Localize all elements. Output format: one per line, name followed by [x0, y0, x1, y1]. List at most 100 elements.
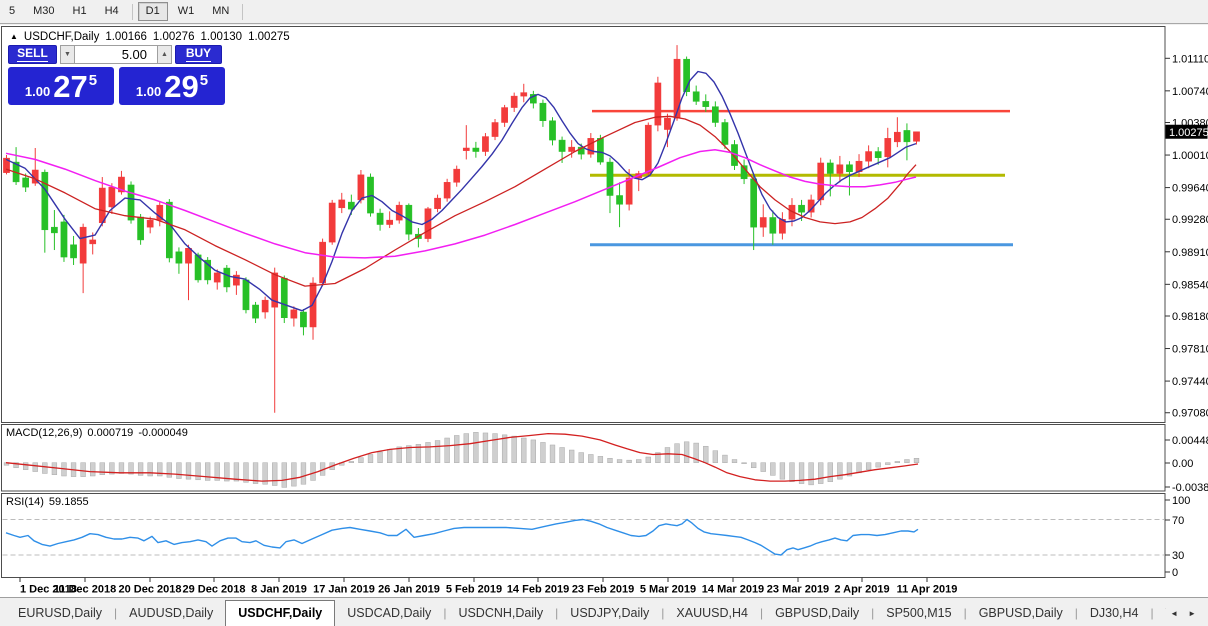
macd-histogram-bar [607, 458, 613, 463]
chart-tab-audusd-daily[interactable]: AUDUSD,Daily [117, 602, 225, 626]
current-price-label: 1.00275 [1169, 127, 1208, 139]
chart-tab-eurusd-daily[interactable]: EURUSD,Daily [6, 602, 114, 626]
candle-body [616, 195, 623, 205]
chart-tab-dj30-h4[interactable]: DJ30,H4 [1078, 602, 1151, 626]
macd-histogram-bar [434, 440, 441, 463]
macd-histogram-bar [664, 447, 671, 463]
timeframe-button-m30[interactable]: M30 [25, 2, 62, 21]
candle-body [376, 212, 384, 225]
indicator-axis-label: 0.00 [1172, 458, 1193, 470]
chart-tab-usdjpy-daily[interactable]: USDJPY,Daily [558, 602, 661, 626]
candle-body [60, 221, 68, 258]
candle-body [568, 146, 576, 152]
chart-tab-usdcnh-daily[interactable]: USDCNH,Daily [446, 602, 555, 626]
macd-histogram-bar [722, 454, 728, 463]
date-axis-label: 2 Apr 2019 [834, 584, 889, 596]
macd-histogram-bar [540, 442, 546, 463]
macd-histogram-bar [90, 462, 96, 477]
date-axis-label: 5 Mar 2019 [640, 584, 696, 596]
date-axis-label: 5 Feb 2019 [446, 584, 502, 596]
tabs-scroll-left-icon[interactable]: ◄ [1170, 609, 1178, 618]
volume-increase-button[interactable]: ▲ [157, 45, 172, 64]
candle-body [252, 304, 259, 319]
buy-price-big: 29 [164, 68, 199, 104]
candle-body [51, 226, 58, 234]
macd-histogram-bar [578, 452, 584, 463]
macd-histogram-bar [195, 462, 201, 481]
macd-histogram-bar [300, 462, 307, 485]
candle-body [319, 241, 326, 284]
candle-body [137, 216, 144, 241]
timeframe-button-mn[interactable]: MN [204, 2, 237, 21]
timeframe-button-w1[interactable]: W1 [170, 2, 203, 21]
candle-body [913, 131, 920, 142]
candle-body [654, 82, 662, 126]
candle-body [673, 58, 681, 119]
chart-tab-gbpusd-daily[interactable]: GBPUSD,Daily [763, 602, 871, 626]
buy-price-panel[interactable]: 1.00 29 5 [119, 67, 225, 105]
macd-histogram-bar [789, 462, 795, 482]
candle-body [539, 102, 547, 121]
symbol-tabs: EURUSD,Daily | AUDUSD,Daily USDCHF,Daily USD… [0, 598, 1166, 626]
candle-body [462, 147, 470, 151]
timeframe-button-d1[interactable]: D1 [137, 2, 168, 21]
macd-histogram-bar [358, 457, 364, 463]
chart-tab-usdcad-daily[interactable]: USDCAD,Daily [335, 602, 443, 626]
price-axis-label: 0.99280 [1172, 214, 1208, 226]
candle-body [750, 178, 758, 228]
volume-input[interactable]: 5.00 [75, 45, 157, 64]
candle-body [338, 199, 346, 209]
macd-value: 0.000719 [87, 427, 134, 439]
chevron-down-icon: ▼ [64, 51, 71, 58]
chart-tab-xauusd-h4[interactable]: XAUUSD,H4 [664, 602, 760, 626]
sell-price-pip: 5 [88, 71, 98, 89]
sell-price-panel[interactable]: 1.00 27 5 [8, 67, 114, 105]
buy-button[interactable]: BUY [175, 45, 222, 64]
chart-tab-sp500-m15[interactable]: SP500,M15 [874, 602, 963, 626]
macd-histogram-bar [530, 439, 536, 463]
macd-histogram-bar [549, 444, 556, 463]
chart-canvas[interactable]: 1.011101.007401.003801.000100.996400.992… [0, 25, 1208, 597]
chart-tab-usdchf-daily[interactable]: USDCHF,Daily [225, 600, 336, 626]
macd-histogram-bar [176, 462, 182, 479]
timeframe-button-5[interactable]: 5 [1, 2, 23, 21]
chart-tab-tech100-h1[interactable]: TECH100,H1 [1154, 602, 1167, 626]
macd-histogram-bar [310, 462, 316, 481]
candle-body [759, 217, 767, 228]
indicator-axis-label: 0.004487 [1172, 435, 1208, 447]
chart-tab-gbpusd-daily[interactable]: GBPUSD,Daily [967, 602, 1075, 626]
rsi-pane [1, 493, 1166, 578]
candle-body [711, 106, 719, 123]
candle-body [846, 164, 853, 173]
candle-body [22, 177, 30, 188]
price-axis-label: 0.99640 [1172, 183, 1208, 195]
macd-histogram-bar [281, 462, 287, 488]
price-axis-label: 1.00010 [1172, 150, 1208, 162]
macd-histogram-bar [894, 461, 900, 463]
macd-histogram-bar [731, 459, 738, 463]
buy-price-prefix: 1.00 [135, 83, 162, 99]
candle-body [520, 92, 528, 97]
candle-body [798, 204, 805, 213]
sell-button[interactable]: SELL [8, 45, 57, 64]
date-axis-label: 8 Jan 2019 [251, 584, 307, 596]
sell-price-big: 27 [53, 68, 88, 104]
candle-body [367, 176, 374, 214]
price-axis-label: 0.98540 [1172, 279, 1208, 291]
macd-histogram-bar [272, 462, 278, 486]
price-axis-label: 0.97810 [1172, 344, 1208, 356]
buy-price-pip: 5 [199, 71, 209, 89]
volume-decrease-button[interactable]: ▼ [60, 45, 75, 64]
macd-histogram-bar [779, 462, 786, 480]
rsi-value: 59.1855 [48, 496, 89, 508]
macd-histogram-bar [137, 462, 144, 476]
timeframe-button-h1[interactable]: H1 [65, 2, 95, 21]
price-axis-label: 1.01110 [1172, 53, 1208, 65]
macd-histogram-bar [712, 450, 718, 463]
candle-body [175, 251, 183, 264]
timeframe-button-h4[interactable]: H4 [97, 2, 127, 21]
macd-histogram-bar [166, 462, 172, 478]
candle-body [223, 267, 231, 288]
macd-histogram-bar [827, 462, 833, 482]
tabs-scroll-right-icon[interactable]: ► [1188, 609, 1196, 618]
